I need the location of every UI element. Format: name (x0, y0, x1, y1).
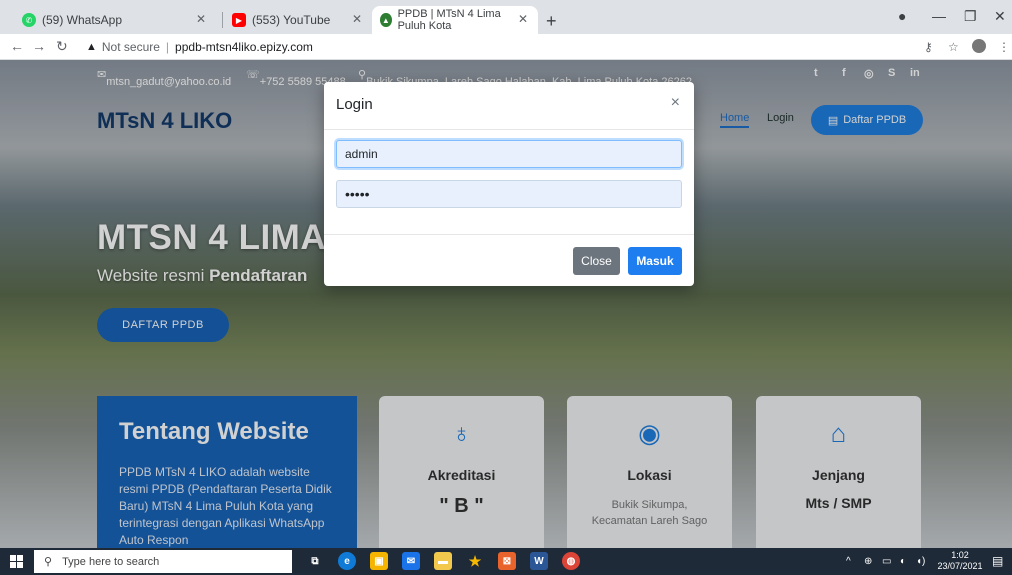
username-input[interactable]: admin (336, 140, 682, 168)
back-icon[interactable]: ← (10, 38, 24, 54)
tab-title: (59) WhatsApp (42, 13, 123, 27)
avatar[interactable] (972, 39, 986, 53)
modal-header: Login × (324, 82, 694, 130)
window-close-icon[interactable]: ✕ (994, 8, 1006, 25)
whatsapp-icon: ✆ (22, 13, 36, 27)
security-label: Not secure (101, 40, 160, 54)
windows-taskbar: ⚲ Type here to search ⧉ e ▣ ✉ ▬ ★ ⊠ W ◍ … (0, 548, 1012, 575)
battery-icon[interactable]: ◐ (900, 556, 906, 567)
bookmark-star-icon[interactable]: ☆ (948, 40, 959, 54)
url-field[interactable]: ▲ Not secure | ppdb-mtsn4liko.epizy.com (86, 36, 916, 58)
volume-icon[interactable]: ◖) (916, 556, 925, 567)
address-bar: ← → ↻ ▲ Not secure | ppdb-mtsn4liko.epiz… (0, 34, 1012, 60)
task-view-icon[interactable]: ⧉ (306, 552, 324, 570)
warning-icon: ▲ (86, 41, 97, 53)
modal-footer: Close Masuk (324, 234, 694, 286)
edge-icon[interactable]: e (338, 552, 356, 570)
chrome-icon[interactable]: ◍ (562, 552, 580, 570)
chevron-up-icon[interactable]: ^ (846, 556, 851, 567)
taskbar-clock[interactable]: 1:02 23/07/2021 (936, 550, 984, 572)
page-viewport: ✉ mtsn_gadut@yahoo.co.id ☏ +752 5589 554… (0, 60, 1012, 548)
close-icon[interactable]: ✕ (196, 12, 206, 26)
store-icon[interactable]: ▣ (370, 552, 388, 570)
browser-tab-strip: ✆ (59) WhatsApp ✕ ▶ (553) YouTube ✕ ▲ PP… (0, 0, 1012, 34)
windows-start-icon[interactable] (10, 555, 23, 568)
masuk-button[interactable]: Masuk (628, 247, 682, 275)
forward-icon[interactable]: → (32, 38, 46, 54)
restore-icon[interactable]: ❐ (964, 8, 977, 25)
tab-ppdb[interactable]: ▲ PPDB | MTsN 4 Lima Puluh Kota ✕ (372, 6, 538, 34)
tab-whatsapp[interactable]: ✆ (59) WhatsApp ✕ (14, 6, 214, 34)
minimize-icon[interactable]: — (932, 8, 946, 24)
profile-dot-icon[interactable]: ● (898, 8, 906, 24)
close-icon[interactable]: × (671, 94, 680, 112)
close-icon[interactable]: ✕ (518, 12, 528, 26)
reload-icon[interactable]: ↻ (56, 38, 68, 55)
modal-title: Login (336, 96, 373, 113)
network-icon[interactable]: ▭ (882, 556, 891, 567)
login-modal: Login × admin ••••• Close Masuk (324, 82, 694, 286)
app-icon[interactable]: ⊠ (498, 552, 516, 570)
key-icon[interactable]: ⚷ (924, 40, 933, 54)
word-icon[interactable]: W (530, 552, 548, 570)
kebab-menu-icon[interactable]: ⋮ (998, 40, 1010, 54)
tab-youtube[interactable]: ▶ (553) YouTube ✕ (224, 6, 370, 34)
url-text: ppdb-mtsn4liko.epizy.com (175, 40, 313, 54)
file-explorer-icon[interactable]: ▬ (434, 552, 452, 570)
school-favicon-icon: ▲ (380, 13, 392, 27)
tray-app-icon[interactable]: ⊕ (864, 556, 872, 567)
search-icon: ⚲ (44, 556, 53, 568)
taskbar-search-input[interactable]: ⚲ Type here to search (34, 550, 292, 573)
mail-icon[interactable]: ✉ (402, 552, 420, 570)
close-icon[interactable]: ✕ (352, 12, 362, 26)
youtube-icon: ▶ (232, 13, 246, 27)
new-tab-icon[interactable]: + (546, 11, 557, 32)
close-button[interactable]: Close (573, 247, 620, 275)
password-input[interactable]: ••••• (336, 180, 682, 208)
star-app-icon[interactable]: ★ (466, 552, 484, 570)
tab-title: (553) YouTube (252, 13, 331, 27)
notification-icon[interactable]: ▤ (992, 554, 1003, 568)
tab-title: PPDB | MTsN 4 Lima Puluh Kota (397, 8, 501, 32)
